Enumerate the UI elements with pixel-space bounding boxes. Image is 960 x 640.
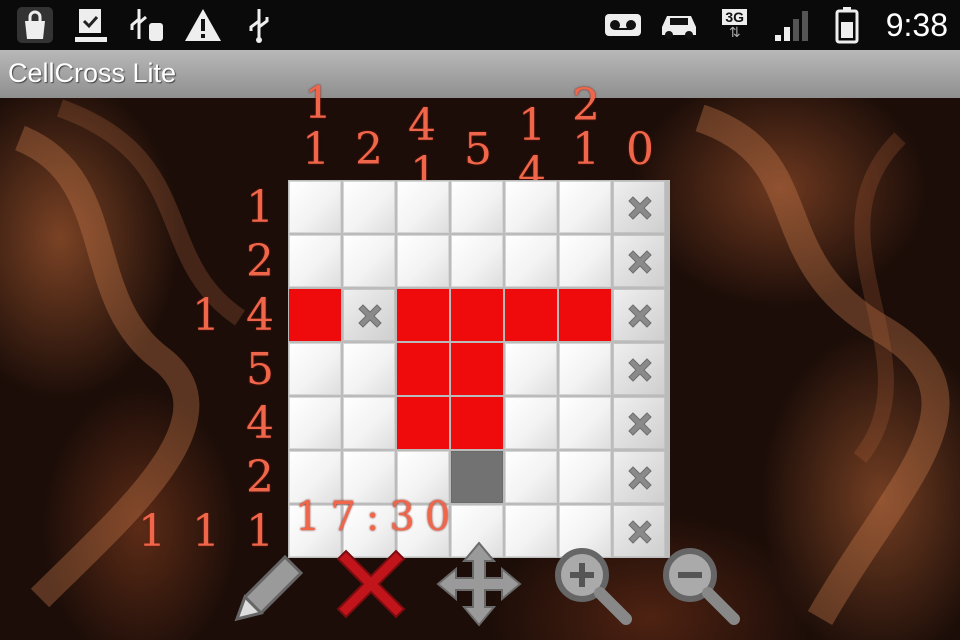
row-clue: 1 <box>246 182 274 233</box>
grid-cell-crossed[interactable] <box>613 235 665 287</box>
pencil-tool-button[interactable] <box>222 538 312 634</box>
column-clue: 1 <box>572 124 600 175</box>
grid-cell-crossed[interactable] <box>613 181 665 233</box>
column-clue: 2 <box>572 80 600 131</box>
zoom-out-button[interactable] <box>654 538 744 634</box>
grid-cell-empty[interactable] <box>559 181 611 233</box>
column-clue: 1 <box>302 124 330 175</box>
cross-mark-icon <box>628 304 652 328</box>
grid-cell-empty[interactable] <box>289 397 341 449</box>
column-clue: 0 <box>626 124 654 175</box>
grid-cell-crossed[interactable] <box>613 397 665 449</box>
grid-cell-empty[interactable] <box>559 343 611 395</box>
grid-cell-filled[interactable] <box>397 397 449 449</box>
column-clue: 2 <box>355 124 383 175</box>
grid-cell-empty[interactable] <box>505 343 557 395</box>
voicemail-icon <box>602 5 644 45</box>
grid-cell-empty[interactable] <box>559 397 611 449</box>
grid-cell-empty[interactable] <box>505 397 557 449</box>
move-arrows-icon <box>434 539 524 633</box>
car-mode-icon <box>658 5 700 45</box>
cross-mark-icon <box>628 358 652 382</box>
move-tool-button[interactable] <box>434 538 524 634</box>
usb-debug-icon <box>126 5 168 45</box>
row-clue: 1 <box>192 290 220 341</box>
grid-cell-empty[interactable] <box>343 397 395 449</box>
row-clue: 1 <box>192 506 220 557</box>
column-clue: 1 <box>304 78 332 129</box>
grid-cell-empty[interactable] <box>289 235 341 287</box>
grid-cell-empty[interactable] <box>505 235 557 287</box>
grid-cell-filled[interactable] <box>397 289 449 341</box>
zoom-in-button[interactable] <box>546 538 636 634</box>
status-bar: 3G ⇅ 9:38 <box>0 0 960 50</box>
timer: 17:30 <box>295 494 461 540</box>
signal-icon <box>770 5 812 45</box>
clock: 9:38 <box>885 6 948 43</box>
grid-cell-empty[interactable] <box>559 235 611 287</box>
cross-mark-icon <box>628 196 652 220</box>
grid-cell-filled[interactable] <box>451 289 503 341</box>
pencil-icon <box>227 539 307 633</box>
column-clue: 5 <box>464 124 492 175</box>
row-clue: 1 <box>138 506 166 557</box>
grid-cell-filled[interactable] <box>505 289 557 341</box>
cross-mark-icon <box>628 250 652 274</box>
column-clue: 4 <box>408 100 436 151</box>
row-clue: 5 <box>246 344 274 395</box>
grid-cell-filled[interactable] <box>451 397 503 449</box>
cross-tool-button[interactable] <box>326 538 416 634</box>
grid-cell-empty[interactable] <box>505 451 557 503</box>
app-title: CellCross Lite <box>8 58 177 88</box>
x-mark-icon <box>328 541 414 631</box>
warning-icon <box>182 5 224 45</box>
battery-icon <box>826 5 868 45</box>
zoom-out-icon <box>654 539 744 633</box>
grid-cell-crossed[interactable] <box>613 343 665 395</box>
grid-cell-empty[interactable] <box>451 235 503 287</box>
grid-cell-filled[interactable] <box>559 289 611 341</box>
network-3g-icon: 3G ⇅ <box>714 5 756 45</box>
grid-cell-empty[interactable] <box>343 343 395 395</box>
grid-cell-filled[interactable] <box>397 343 449 395</box>
grid-cell-crossed[interactable] <box>613 289 665 341</box>
row-clue: 2 <box>246 236 274 287</box>
grid-cell-empty[interactable] <box>343 235 395 287</box>
grid-cell-empty[interactable] <box>289 181 341 233</box>
cross-mark-icon <box>358 304 382 328</box>
row-clue: 4 <box>246 290 274 341</box>
download-done-icon <box>70 5 112 45</box>
grid-cell-crossed[interactable] <box>613 451 665 503</box>
zoom-in-icon <box>546 539 636 633</box>
column-clue: 1 <box>518 100 546 151</box>
row-clue: 4 <box>246 398 274 449</box>
usb-icon <box>238 5 280 45</box>
grid-cell-empty[interactable] <box>289 343 341 395</box>
grid-cell-empty[interactable] <box>451 181 503 233</box>
grid-cell-filled[interactable] <box>451 343 503 395</box>
grid-cell-empty[interactable] <box>343 181 395 233</box>
cross-mark-icon <box>628 412 652 436</box>
title-bar: CellCross Lite <box>0 50 960 98</box>
shopping-bag-icon <box>14 5 56 45</box>
grid-cell-empty[interactable] <box>397 181 449 233</box>
grid-cell-crossed[interactable] <box>343 289 395 341</box>
grid-cell-empty[interactable] <box>559 451 611 503</box>
row-clue: 2 <box>246 452 274 503</box>
cross-mark-icon <box>628 466 652 490</box>
grid-cell-filled[interactable] <box>289 289 341 341</box>
grid-cell-empty[interactable] <box>397 235 449 287</box>
grid-cell-empty[interactable] <box>505 181 557 233</box>
